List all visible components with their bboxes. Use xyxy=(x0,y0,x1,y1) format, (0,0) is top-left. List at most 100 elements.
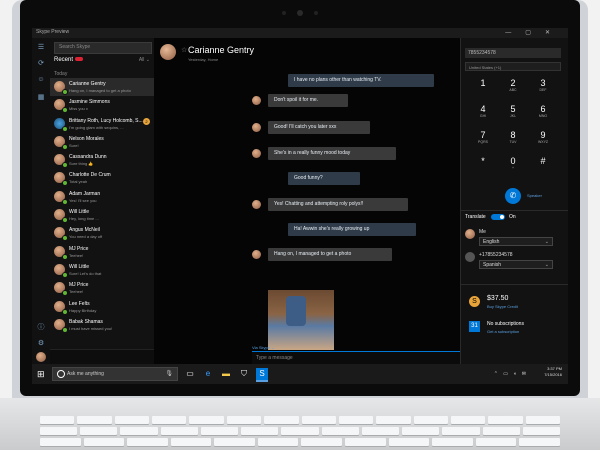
filter-dropdown[interactable]: All ⌄ xyxy=(139,57,150,63)
contact-name: Babak Shamas xyxy=(69,318,103,325)
dialpad-key[interactable]: 3 DEF xyxy=(533,78,553,98)
presence-icon xyxy=(62,235,68,242)
dialpad-key[interactable]: 8 TUV xyxy=(503,130,523,150)
country-selector[interactable]: United States (+1) xyxy=(465,62,561,71)
shared-photo[interactable] xyxy=(268,290,334,350)
contact-row[interactable]: Carianne Gentry Hang on, I managed to get… xyxy=(50,78,154,97)
keyboard-key xyxy=(40,427,78,435)
recent-icon[interactable]: ⟳ xyxy=(37,60,45,68)
search-input[interactable]: Search Skype xyxy=(54,42,152,54)
dialpad-key[interactable]: 4 GHI xyxy=(473,104,493,124)
keyboard-key xyxy=(301,416,336,424)
contact-row[interactable]: Cassandra Dunn Sure thing 👍 xyxy=(50,151,154,169)
minimize-button[interactable]: — xyxy=(505,30,525,36)
dialpad-key[interactable]: 1 xyxy=(473,78,493,98)
dialpad-key[interactable]: 6 MNO xyxy=(533,104,553,124)
contact-last-message: Hey, long time ... xyxy=(69,216,99,222)
outgoing-message[interactable]: Ha! Awwin she's really growing up xyxy=(288,223,416,236)
keyboard-key xyxy=(264,416,299,424)
window-controls[interactable]: —▢✕ xyxy=(505,29,564,36)
contact-name: Angus McNeil xyxy=(69,227,100,234)
contact-avatar[interactable] xyxy=(160,44,176,60)
contact-row[interactable]: Nelson Morales Sure! xyxy=(50,133,154,151)
store-icon[interactable]: ⛉ xyxy=(238,368,250,380)
me-label: Me xyxy=(479,229,486,235)
sender-avatar xyxy=(252,96,261,105)
keyboard-key xyxy=(170,438,212,446)
contact-name: Brittany Roth, Lucy Holcomb, S... xyxy=(69,117,143,124)
message-input[interactable] xyxy=(256,354,406,362)
other-language-select[interactable]: Spanish ⌄ xyxy=(479,260,553,269)
contact-row[interactable]: Angus McNeil You need a day off xyxy=(50,224,154,242)
menu-icon[interactable]: ☰ xyxy=(37,44,45,52)
keyboard-row xyxy=(40,416,561,424)
skype-taskbar-icon[interactable]: S xyxy=(256,368,268,382)
phone-number-field[interactable]: 7855234578 xyxy=(465,48,561,58)
key-digit: 4 xyxy=(480,104,486,114)
contact-row[interactable]: Adam Jarman Yes! I'll see you xyxy=(50,188,154,206)
info-icon[interactable]: ⓘ xyxy=(37,324,45,332)
keyboard-key xyxy=(80,427,118,435)
translate-toggle-state: On xyxy=(509,214,516,220)
clock[interactable]: 3:37 PM 7/15/2016 xyxy=(544,366,562,378)
presence-icon xyxy=(62,143,68,150)
outgoing-message[interactable]: Good funny? xyxy=(288,172,360,185)
incoming-message[interactable]: Good! I'll catch you later xxx xyxy=(268,121,370,134)
contact-row[interactable]: MJ Price Teehee! xyxy=(50,243,154,261)
translate-toggle[interactable] xyxy=(491,214,505,220)
keyboard-key xyxy=(525,416,561,424)
keyboard-key xyxy=(200,427,239,435)
keyboard-row xyxy=(40,438,560,446)
dialpad-key[interactable]: 2 ABC xyxy=(503,78,523,98)
settings-icon[interactable]: ⚙ xyxy=(37,340,45,348)
contacts-icon[interactable]: ☺ xyxy=(37,76,45,84)
contact-row[interactable]: Lee Felts Happy Birthday xyxy=(50,298,154,316)
get-subscription-link[interactable]: Get a subscription xyxy=(487,329,519,334)
contact-row[interactable]: Will Little Hey, long time ... xyxy=(50,206,154,224)
dialpad-icon[interactable]: ▦ xyxy=(37,94,45,102)
system-tray-icons[interactable]: ⌃ ▭ ◖ ✉ xyxy=(494,371,528,377)
windows-start-icon[interactable]: ⊞ xyxy=(37,369,47,379)
close-button[interactable]: ✕ xyxy=(545,30,564,36)
dialpad-key[interactable]: 7 PQRS xyxy=(473,130,493,150)
incoming-message[interactable]: Don't spoil it for me. xyxy=(268,94,348,107)
incoming-message[interactable]: Yes! Chatting and attempting roly polys!… xyxy=(268,198,408,211)
contact-row[interactable]: MJ Price Teehee! xyxy=(50,279,154,297)
maximize-button[interactable]: ▢ xyxy=(525,30,545,36)
other-number-label: +17855234578 xyxy=(479,252,513,258)
contact-avatar-icon xyxy=(465,252,475,262)
buy-credit-link[interactable]: Buy Skype Credit xyxy=(487,304,518,309)
outgoing-message[interactable]: I have no plans other than watching TV. xyxy=(288,74,434,87)
task-view-icon[interactable]: ▭ xyxy=(184,368,196,380)
title-bar: Skype Preview —▢✕ xyxy=(32,28,568,38)
incoming-message[interactable]: She's in a really funny mood today xyxy=(268,147,396,160)
contact-name: Carianne Gentry xyxy=(69,81,106,87)
contact-row[interactable]: Charlotte De Crum Total yeah xyxy=(50,169,154,187)
keyboard-key xyxy=(257,438,299,446)
contact-last-message: Hang on, I managed to get a photo xyxy=(69,88,131,93)
dialpad-key[interactable]: 0 + xyxy=(503,156,523,176)
file-explorer-icon[interactable]: ▬ xyxy=(220,368,232,380)
contact-row[interactable]: Brittany Roth, Lucy Holcomb, S... I'm goi… xyxy=(50,115,154,133)
me-language-select[interactable]: English ⌄ xyxy=(479,237,553,246)
call-button[interactable]: ✆ xyxy=(505,188,521,204)
dialpad-key[interactable]: * xyxy=(473,156,493,176)
contact-row[interactable]: Will Little Sure! Let's do that xyxy=(50,261,154,279)
contact-row[interactable]: Jasmine Simmons Miss you x xyxy=(50,96,154,114)
incoming-message[interactable]: Hang on, I managed to get a photo xyxy=(268,248,392,261)
conversation-title[interactable]: Carianne Gentry xyxy=(188,45,254,55)
via-skype-selector[interactable]: Via Skype ⌄ xyxy=(252,345,274,350)
cortana-search-box[interactable]: Ask me anything 🎙 xyxy=(52,367,178,381)
microphone-icon[interactable]: 🎙 xyxy=(165,370,173,377)
contact-last-message: You need a day off xyxy=(69,234,103,240)
favorite-star-icon[interactable]: ☆ xyxy=(181,46,187,54)
key-digit: # xyxy=(540,156,546,166)
dialpad-key[interactable]: # xyxy=(533,156,553,176)
contact-row[interactable]: Babak Shamas I must have missed you! xyxy=(50,316,154,334)
edge-browser-icon[interactable]: e xyxy=(202,368,214,380)
profile-avatar[interactable] xyxy=(36,352,46,362)
speaker-toggle[interactable]: Speaker xyxy=(527,193,542,198)
recent-header[interactable]: Recent xyxy=(54,57,84,63)
dialpad-key[interactable]: 9 WXYZ xyxy=(533,130,553,150)
dialpad-key[interactable]: 5 JKL xyxy=(503,104,523,124)
